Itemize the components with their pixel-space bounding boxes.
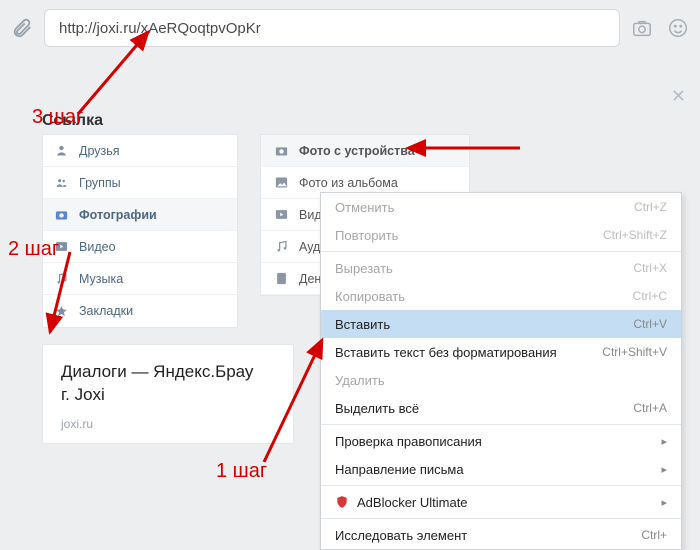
sidebar-item-label: Музыка: [79, 272, 123, 286]
preview-source: joxi.ru: [61, 417, 275, 431]
menu-item-label: Повторить: [335, 228, 398, 243]
menu-item-label: Вставить: [335, 317, 390, 332]
menu-item-label: Проверка правописания: [335, 434, 482, 449]
context-menu-item: Вырезать Ctrl+X: [321, 254, 681, 282]
menu-shortcut: Ctrl+Shift+V: [602, 345, 667, 359]
attachment-option-label: Фото из альбома: [299, 176, 398, 190]
url-input-box[interactable]: [44, 9, 620, 47]
menu-shortcut: Ctrl+Shift+Z: [603, 228, 667, 242]
menu-item-label: AdBlocker Ultimate: [357, 495, 468, 510]
music-icon: [53, 271, 69, 287]
context-menu-item[interactable]: AdBlocker Ultimate: [321, 488, 681, 516]
menu-separator: [321, 251, 681, 252]
context-menu-item[interactable]: Исследовать элемент Ctrl+: [321, 521, 681, 549]
group-icon: [53, 175, 69, 191]
annotation-step-3: 3 шаг: [32, 106, 83, 129]
annotation-step-1: 1 шаг: [216, 460, 267, 483]
menu-shortcut: Ctrl+: [641, 528, 667, 542]
star-icon: [53, 303, 69, 319]
sidebar-item-video[interactable]: Видео: [43, 231, 237, 263]
menu-item-label: Удалить: [335, 373, 385, 388]
menu-item-label: Вырезать: [335, 261, 393, 276]
sidebar-item-label: Фотографии: [79, 208, 157, 222]
attachment-option-label: Ауд: [299, 240, 320, 254]
context-menu-item: Отменить Ctrl+Z: [321, 193, 681, 221]
shield-icon: [335, 495, 349, 509]
link-preview-card[interactable]: Диалоги — Яндекс.Брау г. Joxi joxi.ru: [42, 344, 294, 444]
sidebar-item-music[interactable]: Музыка: [43, 263, 237, 295]
sidebar-menu: Друзья Группы Фотографии Видео Музыка Закладк…: [42, 134, 238, 328]
context-menu-item: Удалить: [321, 366, 681, 394]
sidebar-item-label: Закладки: [79, 304, 133, 318]
menu-shortcut: Ctrl+X: [633, 261, 667, 275]
sidebar-item-label: Группы: [79, 176, 121, 190]
sidebar-item-camera[interactable]: Фотографии: [43, 199, 237, 231]
annotation-step-2: 2 шаг: [8, 238, 59, 261]
menu-item-label: Вставить текст без форматирования: [335, 345, 557, 360]
attachment-option-label: Вид: [299, 208, 322, 222]
context-menu-item[interactable]: Проверка правописания: [321, 427, 681, 455]
video-icon: [273, 207, 289, 223]
url-input[interactable]: [59, 20, 605, 37]
sidebar-item-user[interactable]: Друзья: [43, 135, 237, 167]
menu-item-label: Отменить: [335, 200, 394, 215]
camera-icon[interactable]: [628, 14, 656, 42]
context-menu-item[interactable]: Вставить Ctrl+V: [321, 310, 681, 338]
attachment-option-label: Ден: [299, 272, 321, 286]
attachment-option-label: Фото с устройства: [299, 144, 415, 158]
preview-title: Диалоги — Яндекс.Брау г. Joxi: [61, 361, 275, 407]
menu-shortcut: Ctrl+C: [633, 289, 667, 303]
menu-item-label: Исследовать элемент: [335, 528, 467, 543]
camera-icon: [53, 207, 69, 223]
menu-separator: [321, 518, 681, 519]
context-menu-item: Копировать Ctrl+C: [321, 282, 681, 310]
context-menu: Отменить Ctrl+Z Повторить Ctrl+Shift+Z Вырез…: [320, 192, 682, 550]
context-menu-item[interactable]: Выделить всё Ctrl+A: [321, 394, 681, 422]
context-menu-item: Повторить Ctrl+Shift+Z: [321, 221, 681, 249]
sidebar-item-star[interactable]: Закладки: [43, 295, 237, 327]
context-menu-item[interactable]: Направление письма: [321, 455, 681, 483]
doc-icon: [273, 271, 289, 287]
menu-shortcut: Ctrl+Z: [634, 200, 667, 214]
attach-icon[interactable]: [8, 14, 36, 42]
close-icon[interactable]: ✕: [671, 86, 686, 107]
menu-shortcut: Ctrl+A: [633, 401, 667, 415]
photo-icon: [273, 175, 289, 191]
menu-item-label: Выделить всё: [335, 401, 419, 416]
camera-icon: [273, 143, 289, 159]
menu-shortcut: Ctrl+V: [633, 317, 667, 331]
context-menu-item[interactable]: Вставить текст без форматирования Ctrl+Sh…: [321, 338, 681, 366]
sidebar-item-group[interactable]: Группы: [43, 167, 237, 199]
sidebar-item-label: Видео: [79, 240, 116, 254]
emoji-icon[interactable]: [664, 14, 692, 42]
menu-separator: [321, 424, 681, 425]
attachment-option[interactable]: Фото с устройства: [261, 135, 469, 167]
music-icon: [273, 239, 289, 255]
user-icon: [53, 143, 69, 159]
menu-item-label: Копировать: [335, 289, 405, 304]
menu-item-label: Направление письма: [335, 462, 464, 477]
sidebar-item-label: Друзья: [79, 144, 120, 158]
menu-separator: [321, 485, 681, 486]
message-input-bar: [0, 6, 700, 50]
